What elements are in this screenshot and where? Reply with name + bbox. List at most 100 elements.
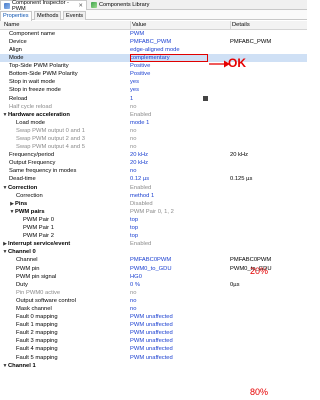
property-row[interactable]: Swap PWM output 4 and 5 no (0, 143, 307, 151)
property-value[interactable]: PMFABC0PWM (130, 256, 230, 264)
property-value[interactable]: PWM unaffected (130, 354, 230, 362)
property-value[interactable]: PWM unaffected (130, 345, 230, 353)
property-value[interactable]: yes (130, 86, 230, 94)
property-name-text: Fault 3 mapping (16, 338, 58, 345)
section-row[interactable]: ▶Pins Disabled (0, 200, 307, 208)
property-row[interactable]: Device PMFABC_PWM PMFABC_PWM (0, 38, 307, 46)
property-value[interactable]: no (130, 135, 230, 143)
section-row[interactable]: ▼Hardware acceleration Enabled (0, 111, 307, 119)
property-value[interactable]: PWM unaffected (130, 329, 230, 337)
spinner-icon[interactable] (203, 96, 208, 102)
property-row[interactable]: Fault 2 mapping PWM unaffected (0, 329, 307, 337)
tab-methods[interactable]: Methods (34, 11, 62, 20)
property-value[interactable]: no (130, 127, 230, 135)
property-rows: Component name PWM Device PMFABC_PWM PMFABC_… (0, 30, 307, 370)
property-value[interactable]: edge-aligned mode (130, 46, 230, 54)
property-row[interactable]: PWM Pair 0 top (0, 216, 307, 224)
property-row[interactable]: Fault 1 mapping PWM unaffected (0, 321, 307, 329)
property-row[interactable]: Load mode mode 1 (0, 119, 307, 127)
property-row[interactable]: Channel PMFABC0PWM PMFABC0PWM (0, 256, 307, 264)
property-row[interactable]: Stop in freeze mode yes (0, 86, 307, 94)
property-row[interactable]: Bottom-Side PWM Polarity Positive (0, 70, 307, 78)
property-value[interactable]: Enabled (130, 111, 230, 119)
column-header-value[interactable]: Value (130, 21, 230, 30)
property-value[interactable]: Disabled (130, 200, 230, 208)
property-row[interactable]: Top-Side PWM Polarity Positive (0, 62, 307, 70)
property-row[interactable]: Component name PWM (0, 30, 307, 38)
tab-properties[interactable]: Properties (0, 11, 32, 21)
property-name-text: Correction (8, 184, 38, 191)
property-value[interactable]: top (130, 224, 230, 232)
property-value[interactable]: PWM unaffected (130, 313, 230, 321)
property-row[interactable]: PWM Pair 2 top (0, 232, 307, 240)
section-row[interactable]: ▼Channel 0 (0, 248, 307, 256)
tab-components-library[interactable]: Components Library (88, 0, 168, 10)
property-name: Stop in freeze mode (0, 86, 130, 94)
property-value[interactable]: HG0 (130, 273, 230, 281)
property-row[interactable]: Dead-time 0.12 µs 0.125 µs (0, 175, 307, 183)
property-row[interactable]: Mask channel no (0, 305, 307, 313)
property-value[interactable]: no (130, 305, 230, 313)
property-row[interactable]: Stop in wait mode yes (0, 78, 307, 86)
property-value[interactable]: yes (130, 78, 230, 86)
property-value[interactable]: no (130, 143, 230, 151)
section-row[interactable]: ▼PWM pairs PWM Pair 0, 1, 2 (0, 208, 307, 216)
property-name-text: Correction (16, 192, 43, 199)
property-value[interactable]: top (130, 216, 230, 224)
section-row[interactable]: ▼Channel 1 (0, 362, 307, 370)
property-row[interactable]: Swap PWM output 2 and 3 no (0, 135, 307, 143)
tab-component-inspector[interactable]: Component Inspector - PWM ✕ (0, 0, 87, 12)
property-value[interactable]: no (130, 289, 230, 297)
property-value[interactable]: PWM unaffected (130, 321, 230, 329)
property-name-text: Output Frequency (9, 160, 56, 167)
property-value[interactable]: 20 kHz (130, 159, 230, 167)
property-row[interactable]: Frequency/period 20 kHz 20 kHz (0, 151, 307, 159)
section-row[interactable]: ▼Correction Enabled (0, 184, 307, 192)
property-row[interactable]: Fault 3 mapping PWM unaffected (0, 337, 307, 345)
property-row[interactable]: Correction method 1 (0, 192, 307, 200)
property-row[interactable]: Output Frequency 20 kHz (0, 159, 307, 167)
property-row[interactable]: Pin PWM0 active no (0, 289, 307, 297)
property-details: 0.125 µs (230, 176, 253, 183)
property-row[interactable]: Swap PWM output 0 and 1 no (0, 127, 307, 135)
property-value[interactable]: no (130, 103, 230, 111)
property-row[interactable]: Fault 0 mapping PWM unaffected (0, 313, 307, 321)
property-value[interactable]: no (130, 297, 230, 305)
property-name-text: PWM pairs (15, 208, 45, 215)
column-header-details[interactable]: Details (230, 21, 307, 30)
column-header-name[interactable]: Name (0, 21, 130, 30)
property-value[interactable]: 1 (130, 95, 230, 103)
property-row[interactable]: PWM Pair 1 top (0, 224, 307, 232)
property-value[interactable]: PWM (130, 30, 230, 38)
property-row[interactable]: Duty 0 % 0µs (0, 281, 307, 289)
close-icon[interactable]: ✕ (78, 3, 83, 9)
property-row[interactable]: Fault 5 mapping PWM unaffected (0, 354, 307, 362)
property-value[interactable]: PWM unaffected (130, 337, 230, 345)
grid-header: Name Value Details (0, 21, 307, 30)
property-value[interactable]: PWM Pair 0, 1, 2 (130, 208, 230, 216)
property-row[interactable]: Output software control no (0, 297, 307, 305)
property-value[interactable]: Enabled (130, 240, 230, 248)
property-value[interactable]: 0 % (130, 281, 230, 289)
property-name: Component name (0, 30, 130, 38)
property-value[interactable]: mode 1 (130, 119, 230, 127)
property-row[interactable]: Align edge-aligned mode (0, 46, 307, 54)
property-value[interactable]: PWM0_to_GDU (130, 265, 230, 273)
property-value[interactable]: PMFABC_PWM (130, 38, 230, 46)
property-name-text: Interrupt service/event (8, 241, 71, 248)
tab-events[interactable]: Events (63, 11, 87, 20)
property-name-text: Dead-time (9, 176, 36, 183)
property-value[interactable]: method 1 (130, 192, 230, 200)
property-value[interactable]: no (130, 167, 230, 175)
property-value[interactable]: 0.12 µs (130, 175, 230, 183)
property-value[interactable]: 20 kHz (130, 151, 230, 159)
property-row[interactable]: Fault 4 mapping PWM unaffected (0, 345, 307, 353)
property-row[interactable]: Reload 1 (0, 95, 307, 103)
property-row[interactable]: Half cycle reload no (0, 103, 307, 111)
property-value[interactable]: Enabled (130, 184, 230, 192)
property-value[interactable]: top (130, 232, 230, 240)
section-row[interactable]: ▶Interrupt service/event Enabled (0, 240, 307, 248)
property-row[interactable]: Mode complementary (0, 54, 307, 63)
property-row[interactable]: Same frequency in modes no (0, 167, 307, 175)
property-value[interactable]: Positive (130, 70, 230, 78)
